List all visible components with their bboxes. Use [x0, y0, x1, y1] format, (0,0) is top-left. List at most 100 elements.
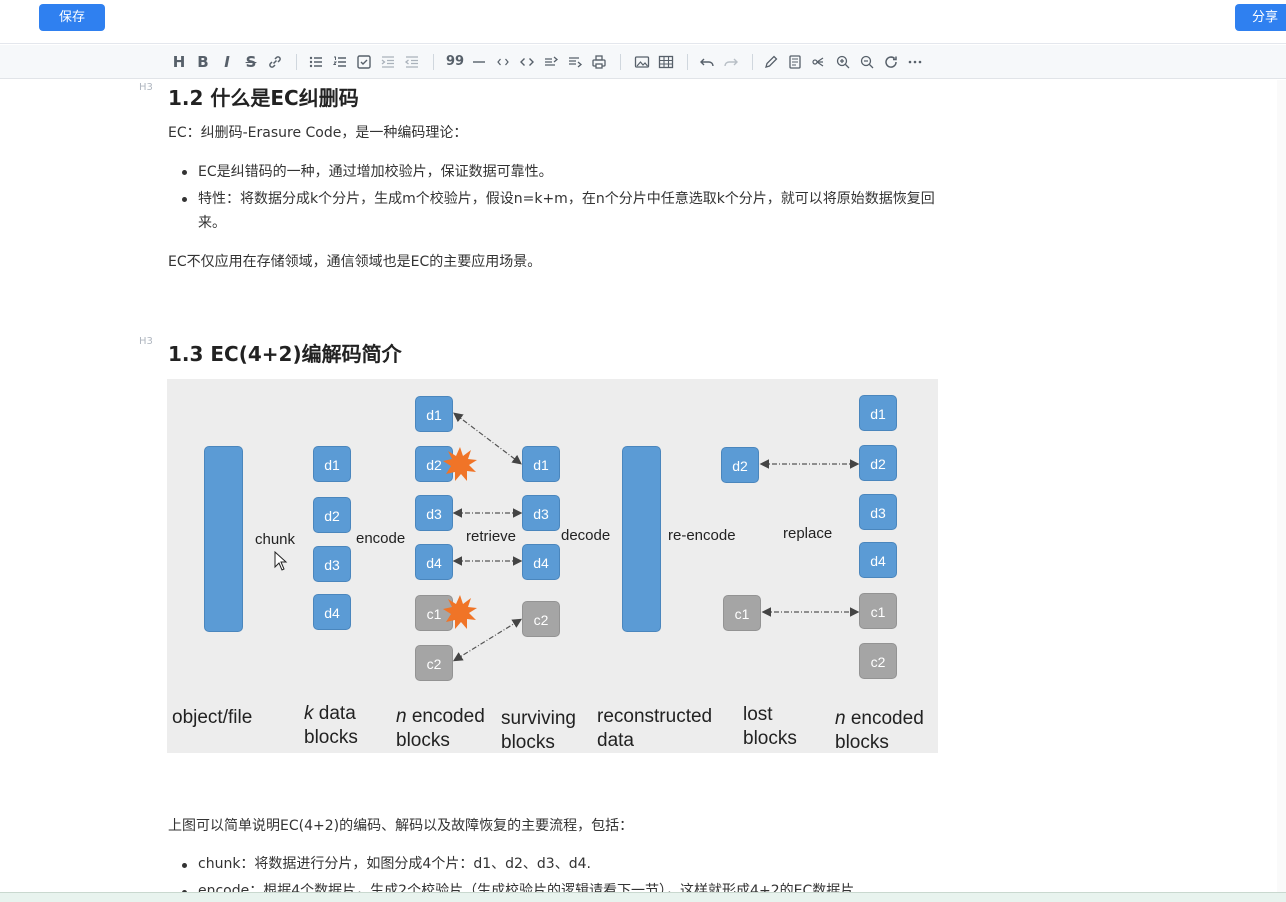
- caption-italic: n: [396, 706, 407, 727]
- step-label: re-encode: [668, 527, 736, 544]
- paragraph: 上图可以简单说明EC(4+2)的编码、解码以及故障恢复的主要流程，包括：: [168, 818, 634, 834]
- data-block: d4: [415, 544, 453, 580]
- parity-block: c2: [415, 645, 453, 681]
- parity-block: c1: [723, 595, 761, 631]
- bullet-marker: [182, 863, 187, 868]
- bottom-status-bar: [0, 892, 1286, 902]
- step-label: decode: [561, 527, 611, 544]
- reconstructed-data-block: [622, 446, 661, 632]
- data-block: d2: [721, 447, 759, 483]
- italic-button[interactable]: I: [216, 51, 238, 73]
- mindmap-icon[interactable]: [808, 51, 830, 73]
- caption: k data blocks: [304, 702, 358, 750]
- caption: n encoded blocks: [835, 707, 924, 755]
- preview-icon[interactable]: [784, 51, 806, 73]
- undo-icon[interactable]: [696, 51, 718, 73]
- caption: reconstructed data: [597, 705, 712, 753]
- caption-part: blocks: [304, 727, 358, 748]
- insert-after-icon[interactable]: [564, 51, 586, 73]
- step-label: chunk: [255, 531, 296, 548]
- list-item: chunk：将数据进行分片，如图分成4个片：d1、d2、d3、d4.: [198, 856, 591, 872]
- insert-before-icon[interactable]: [540, 51, 562, 73]
- data-block: d1: [859, 395, 897, 431]
- editor-toolbar: H B I S 99: [0, 45, 1286, 79]
- caption: lost blocks: [743, 703, 797, 751]
- caption-part: blocks: [501, 732, 555, 753]
- print-icon[interactable]: [588, 51, 610, 73]
- parity-block: c2: [859, 643, 897, 679]
- data-block: d4: [859, 542, 897, 578]
- caption-part: data: [313, 703, 356, 724]
- ordered-list-icon[interactable]: [329, 51, 351, 73]
- heading-button[interactable]: H: [168, 51, 190, 73]
- table-icon[interactable]: [655, 51, 677, 73]
- caption-part: encoded: [406, 706, 485, 727]
- data-block: d2: [313, 497, 351, 533]
- failure-burst-icon: [443, 595, 477, 629]
- caption-part: surviving: [501, 708, 576, 729]
- caption-italic: n: [835, 708, 846, 729]
- data-block: d3: [313, 546, 351, 582]
- heading-level-marker: H3: [139, 82, 153, 93]
- inline-code-icon[interactable]: [492, 51, 514, 73]
- section-heading: 1.3 EC(4+2)编解码简介: [168, 342, 402, 366]
- caption-part: lost: [743, 704, 773, 725]
- code-block-icon[interactable]: [516, 51, 538, 73]
- checklist-icon[interactable]: [353, 51, 375, 73]
- caption-part: blocks: [743, 728, 797, 749]
- caption: object/file: [172, 707, 253, 728]
- step-label: encode: [356, 530, 406, 547]
- caption-part: blocks: [835, 732, 889, 753]
- redo-icon[interactable]: [720, 51, 742, 73]
- list-item: EC是纠错码的一种，通过增加校验片，保证数据可靠性。: [198, 164, 553, 180]
- list-item: 特性：将数据分成k个分片，生成m个校验片，假设n=k+m，在n个分片中任意选取k…: [198, 191, 935, 231]
- heading-level-marker: H3: [139, 336, 153, 347]
- list-item: encode：根据4个数据片，生成2个校验片（生成校验片的逻辑请看下一节），这样…: [198, 883, 855, 892]
- paragraph: EC不仅应用在存储领域，通信领域也是EC的主要应用场景。: [168, 254, 542, 270]
- data-block: d3: [522, 495, 560, 531]
- top-bar: 保存 分享: [0, 0, 1286, 44]
- link-icon[interactable]: [264, 51, 286, 73]
- parity-block: c1: [859, 593, 897, 629]
- refresh-icon[interactable]: [880, 51, 902, 73]
- data-block: d4: [522, 544, 560, 580]
- vertical-scrollbar[interactable]: [1277, 80, 1286, 892]
- edit-icon[interactable]: [760, 51, 782, 73]
- data-block: d3: [415, 495, 453, 531]
- object-file-block: [204, 446, 243, 632]
- strikethrough-button[interactable]: S: [240, 51, 262, 73]
- indent-icon[interactable]: [377, 51, 399, 73]
- data-block: d1: [522, 446, 560, 482]
- parity-block: c2: [522, 601, 560, 637]
- step-label: retrieve: [466, 528, 517, 545]
- section-heading: 1.2 什么是EC纠删码: [168, 86, 359, 110]
- caption-part: encoded: [845, 708, 924, 729]
- save-button[interactable]: 保存: [39, 4, 105, 31]
- caption-italic: k: [304, 703, 314, 724]
- outdent-icon[interactable]: [401, 51, 423, 73]
- data-block: d3: [859, 494, 897, 530]
- caption-part: data: [597, 730, 634, 751]
- editor-content[interactable]: H3 1.2 什么是EC纠删码 EC：纠删码-Erasure Code，是一种编…: [0, 80, 1286, 895]
- caption: n encoded blocks: [396, 705, 485, 753]
- data-block: d1: [313, 446, 351, 482]
- zoom-in-icon[interactable]: [832, 51, 854, 73]
- caption: surviving blocks: [501, 707, 576, 755]
- step-label: replace: [783, 525, 833, 542]
- bullet-list-icon[interactable]: [305, 51, 327, 73]
- data-block: d2: [859, 445, 897, 481]
- horizontal-rule-icon[interactable]: [468, 51, 490, 73]
- more-icon[interactable]: [904, 51, 926, 73]
- quote-button[interactable]: 99: [444, 51, 466, 73]
- share-button[interactable]: 分享: [1235, 4, 1286, 31]
- failure-burst-icon: [443, 447, 477, 481]
- image-icon[interactable]: [631, 51, 653, 73]
- zoom-out-icon[interactable]: [856, 51, 878, 73]
- mouse-cursor-icon: [274, 551, 288, 571]
- data-block: d1: [415, 396, 453, 432]
- caption-part: reconstructed: [597, 706, 713, 727]
- bold-button[interactable]: B: [192, 51, 214, 73]
- paragraph: EC：纠删码-Erasure Code，是一种编码理论：: [168, 125, 468, 141]
- bullet-marker: [182, 197, 187, 202]
- bullet-marker: [182, 170, 187, 175]
